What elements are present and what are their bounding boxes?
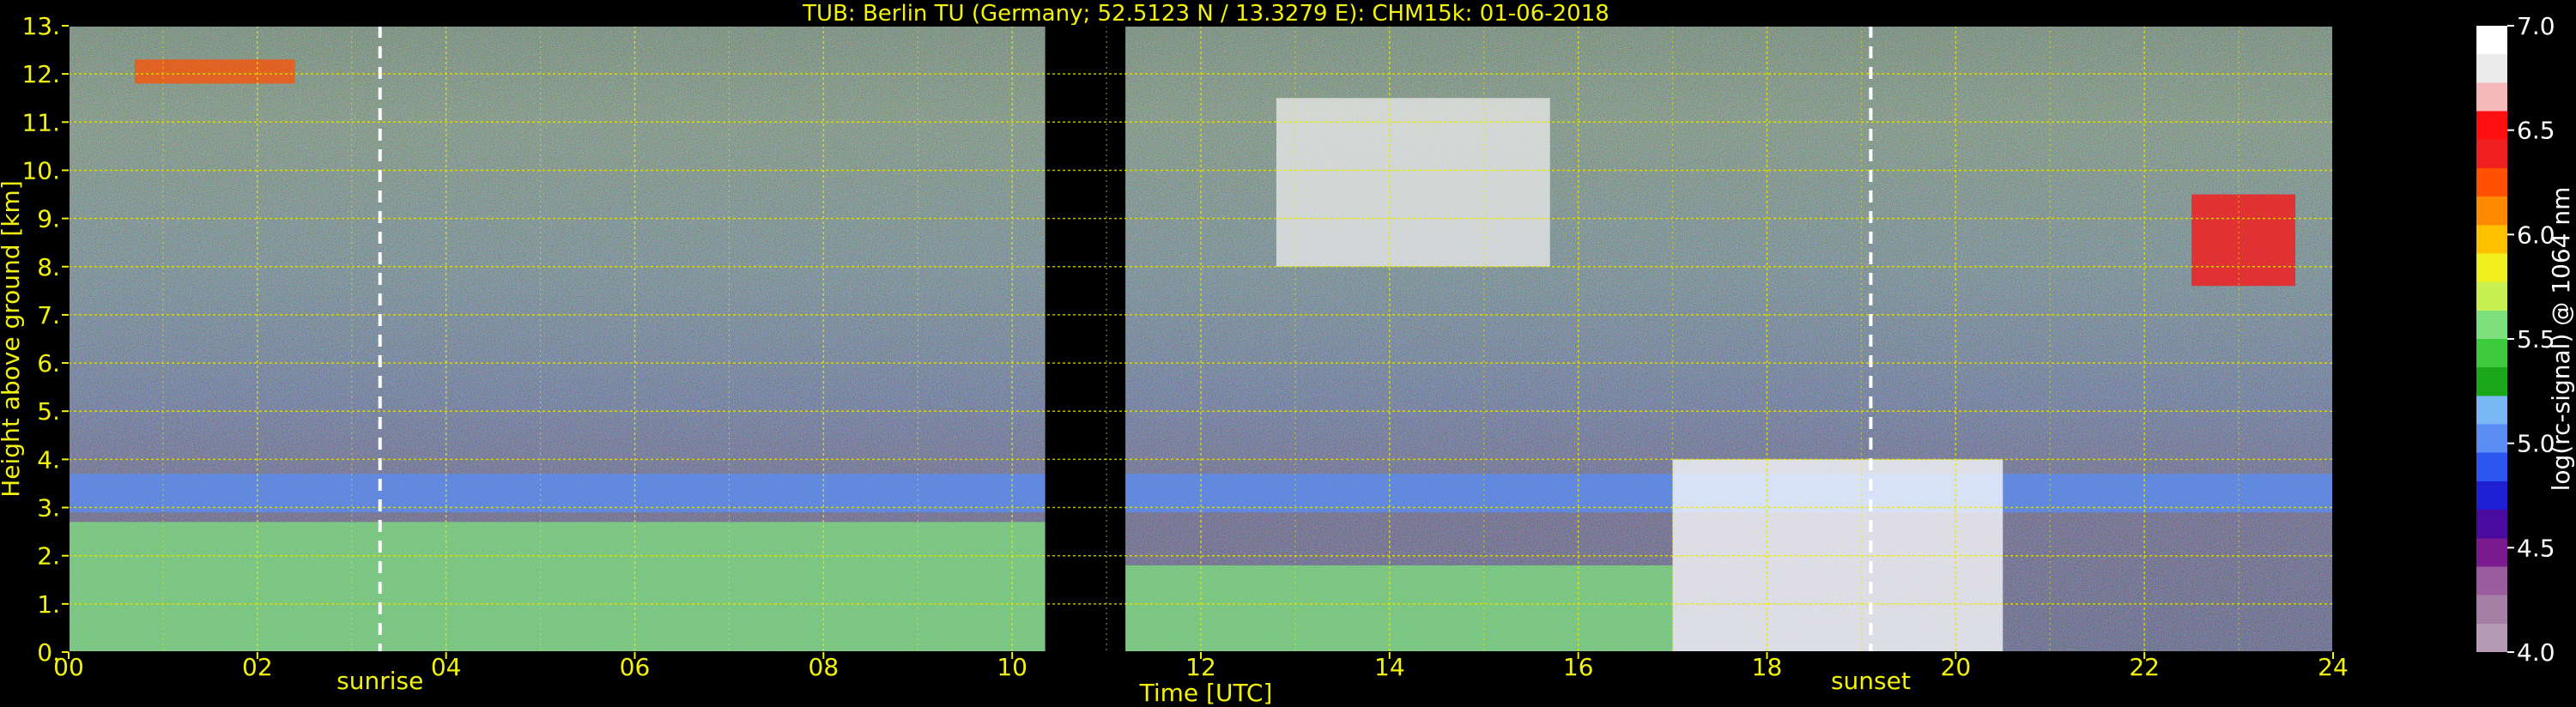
- y-tick-label: 3.: [37, 494, 60, 523]
- colorbar-scale: [2476, 26, 2507, 652]
- marker-label: sunrise: [336, 667, 423, 695]
- chart: TUB: Berlin TU (Germany; 52.5123 N / 13.…: [0, 1, 2575, 707]
- x-tick-label: 10: [997, 653, 1027, 681]
- colorbar-label: log(rc-signal) @ 1064 nm: [2547, 187, 2575, 492]
- x-axis-label: Time [UTC]: [1139, 679, 1273, 707]
- x-tick-label: 20: [1941, 653, 1972, 681]
- x-tick-label: 14: [1374, 653, 1405, 681]
- x-tick-label: 12: [1185, 653, 1216, 681]
- colorbar-tick-label: 6.5: [2517, 117, 2555, 145]
- colorbar-tick-label: 7.0: [2517, 12, 2555, 40]
- y-tick-label: 5.: [37, 397, 60, 426]
- data-gaps: [1045, 26, 1126, 652]
- y-tick-label: 11.: [21, 108, 60, 136]
- y-tick-label: 0.: [37, 638, 60, 667]
- feature-boundary-layer: [69, 522, 1046, 652]
- x-tick-label: 06: [620, 653, 651, 681]
- colorbar-tick-label: 4.0: [2517, 638, 2555, 667]
- x-tick-label: 16: [1563, 653, 1594, 681]
- x-tick-label: 24: [2318, 653, 2349, 681]
- colorbar: 4.04.55.05.56.06.57.0 log(rc-signal) @ 1…: [2476, 12, 2575, 667]
- x-tick-label: 08: [809, 653, 839, 681]
- data-gap: [1045, 26, 1126, 652]
- y-tick-label: 2.: [37, 542, 60, 571]
- y-axis-label: Height above ground [km]: [0, 180, 25, 498]
- x-tick-label: 04: [431, 653, 462, 681]
- y-tick-label: 9.: [37, 205, 60, 233]
- y-tick-label: 13.: [21, 12, 60, 40]
- feature-cirrus: [1276, 98, 1550, 267]
- chart-title: TUB: Berlin TU (Germany; 52.5123 N / 13.…: [802, 1, 1609, 27]
- feature-boundary-layer: [1125, 565, 1673, 652]
- colorbar-tick-label: 4.5: [2517, 534, 2555, 562]
- feature-high-layer: [134, 59, 295, 84]
- y-tick-label: 8.: [37, 253, 60, 281]
- y-tick-label: 4.: [37, 445, 60, 474]
- y-tick-label: 12.: [21, 60, 60, 88]
- x-tick-label: 02: [242, 653, 273, 681]
- y-tick-label: 7.: [37, 301, 60, 329]
- feature-cloud: [2191, 194, 2296, 287]
- marker-label: sunset: [1831, 667, 1911, 695]
- y-tick-label: 10.: [21, 156, 60, 184]
- x-tick-label: 18: [1752, 653, 1783, 681]
- plot-area: [68, 25, 2334, 653]
- y-axis-ticks: 0. 1. 2. 3. 4. 5. 6. 7. 8. 9. 10. 11. 12. 13.: [21, 12, 69, 667]
- y-tick-label: 1.: [37, 590, 60, 619]
- x-tick-label: 22: [2129, 653, 2160, 681]
- y-tick-label: 6.: [37, 349, 60, 378]
